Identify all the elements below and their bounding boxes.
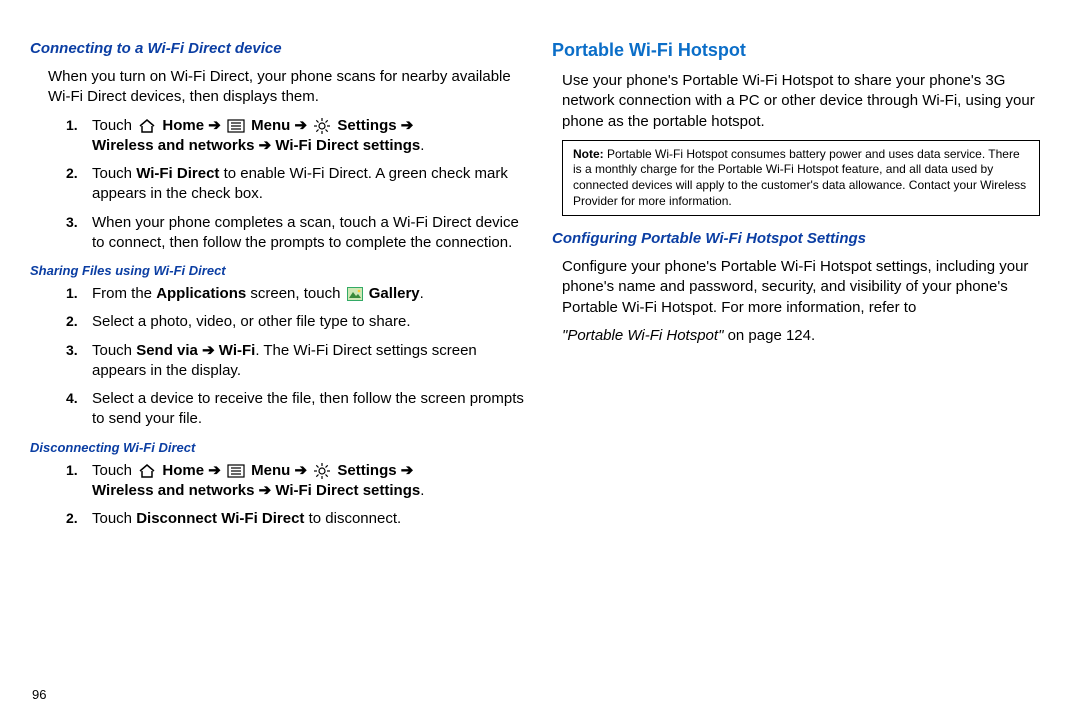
arrow-3: ➔: [401, 117, 414, 134]
step-3: When your phone completes a scan, touch …: [66, 213, 528, 254]
s2a: Touch: [92, 165, 136, 182]
f1c: screen, touch: [246, 285, 344, 302]
gallery-label: Gallery: [369, 285, 420, 302]
home-label: Home: [162, 117, 204, 134]
arrow-d1: ➔: [208, 462, 225, 479]
right-column: Portable Wi-Fi Hotspot Use your phone's …: [552, 40, 1050, 700]
xref-quote: "Portable Wi-Fi Hotspot": [562, 327, 723, 344]
menu-icon: [227, 464, 245, 478]
home-label-2: Home: [162, 462, 204, 479]
heading-sharing: Sharing Files using Wi-Fi Direct: [30, 263, 528, 278]
menu-icon: [227, 119, 245, 133]
disc-step-2: Touch Disconnect Wi-Fi Direct to disconn…: [66, 509, 528, 529]
share-step-1: From the Applications screen, touch Gall…: [66, 284, 528, 304]
arrow-d3: ➔: [401, 462, 414, 479]
step1-period: .: [420, 137, 424, 154]
intro-paragraph: When you turn on Wi-Fi Direct, your phon…: [48, 67, 528, 108]
step-2: Touch Wi-Fi Direct to enable Wi-Fi Direc…: [66, 164, 528, 205]
d1-period: .: [420, 482, 424, 499]
disconnect-steps: Touch Home ➔ Menu ➔ Settings ➔ Wireless …: [66, 461, 528, 530]
step-1: Touch Home ➔ Menu ➔ Settings ➔ Wireless …: [66, 116, 528, 157]
f3a: Touch: [92, 342, 136, 359]
heading-configuring: Configuring Portable Wi-Fi Hotspot Setti…: [552, 230, 1050, 247]
menu-label-2: Menu: [251, 462, 290, 479]
heading-hotspot: Portable Wi-Fi Hotspot: [552, 40, 1050, 61]
arrow-2: ➔: [295, 117, 312, 134]
settings-label-2: Settings: [337, 462, 396, 479]
arrow-1: ➔: [208, 117, 225, 134]
xref-tail: on page 124.: [723, 327, 815, 344]
home-icon: [138, 464, 156, 478]
left-column: Connecting to a Wi-Fi Direct device When…: [30, 40, 528, 700]
p2-text: Configure your phone's Portable Wi-Fi Ho…: [562, 258, 1028, 316]
page-number: 96: [32, 687, 46, 702]
share-step-3: Touch Send via ➔ Wi-Fi. The Wi-Fi Direct…: [66, 341, 528, 382]
disc-step-1: Touch Home ➔ Menu ➔ Settings ➔ Wireless …: [66, 461, 528, 502]
note-box: Note: Portable Wi-Fi Hotspot consumes ba…: [562, 140, 1040, 216]
heading-connecting: Connecting to a Wi-Fi Direct device: [30, 40, 528, 57]
heading-disconnecting: Disconnecting Wi-Fi Direct: [30, 440, 528, 455]
d1-tail: Wireless and networks ➔ Wi-Fi Direct set…: [92, 482, 420, 499]
connecting-steps: Touch Home ➔ Menu ➔ Settings ➔ Wireless …: [66, 116, 528, 254]
config-paragraph: Configure your phone's Portable Wi-Fi Ho…: [562, 257, 1050, 318]
cross-reference: "Portable Wi-Fi Hotspot" on page 124.: [562, 326, 1050, 346]
arrow-d2: ➔: [295, 462, 312, 479]
settings-icon: [313, 117, 331, 135]
share-step-2: Select a photo, video, or other file typ…: [66, 312, 528, 332]
note-text: Portable Wi-Fi Hotspot consumes battery …: [573, 147, 1026, 208]
d1-touch: Touch: [92, 462, 136, 479]
hotspot-intro: Use your phone's Portable Wi-Fi Hotspot …: [562, 71, 1050, 132]
s2b: Wi-Fi Direct: [136, 165, 219, 182]
f3b: Send via ➔ Wi-Fi: [136, 342, 255, 359]
share-step-4: Select a device to receive the file, the…: [66, 389, 528, 430]
settings-icon: [313, 462, 331, 480]
settings-label: Settings: [337, 117, 396, 134]
d2a: Touch: [92, 510, 136, 527]
note-label: Note:: [573, 147, 604, 161]
f1-period: .: [420, 285, 424, 302]
f1b: Applications: [156, 285, 246, 302]
home-icon: [138, 119, 156, 133]
step1-tail: Wireless and networks ➔ Wi-Fi Direct set…: [92, 137, 420, 154]
text: Touch: [92, 117, 136, 134]
gallery-icon: [347, 287, 363, 301]
d2c: to disconnect.: [304, 510, 401, 527]
f1a: From the: [92, 285, 156, 302]
d2b: Disconnect Wi-Fi Direct: [136, 510, 304, 527]
sharing-steps: From the Applications screen, touch Gall…: [66, 284, 528, 430]
menu-label: Menu: [251, 117, 290, 134]
